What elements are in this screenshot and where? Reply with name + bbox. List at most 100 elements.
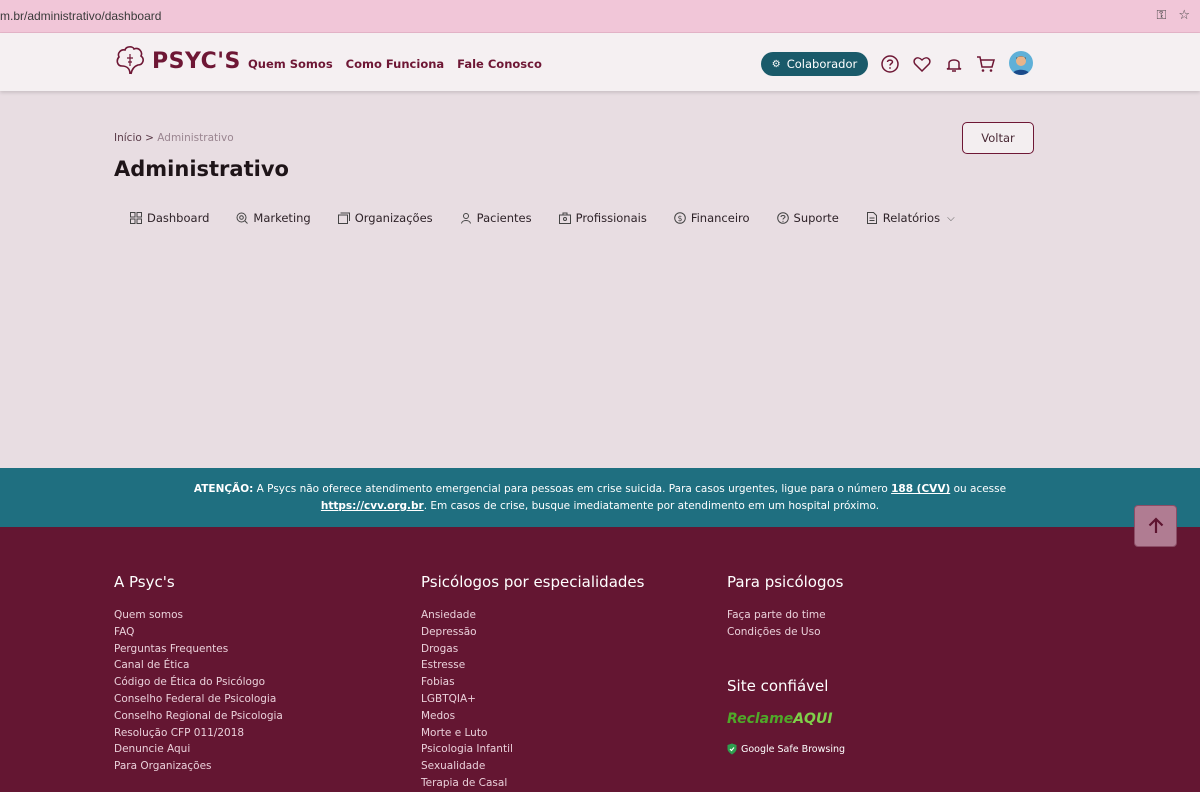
breadcrumb-current: Administrativo (157, 132, 234, 144)
breadcrumb-separator: > (141, 132, 158, 144)
reclame-text: Reclame (727, 711, 794, 727)
tab-pacientes[interactable]: Pacientes (460, 211, 532, 225)
page-title: Administrativo (114, 157, 289, 181)
cvv-site-link[interactable]: https://cvv.org.br (321, 500, 424, 512)
heart-icon[interactable] (911, 53, 933, 75)
trust-title: Site confiável (727, 676, 829, 695)
nav-fale-conosco[interactable]: Fale Conosco (457, 57, 542, 71)
tab-profissionais[interactable]: Profissionais (558, 211, 647, 225)
tab-label: Relatórios (882, 211, 941, 225)
footer-link[interactable]: Morte e Luto (421, 725, 644, 742)
footer-link[interactable]: LGBTQIA+ (421, 691, 644, 708)
footer-col-title: Psicólogos por especialidades (421, 573, 645, 591)
footer-col-title: Para psicólogos (727, 573, 844, 591)
crisis-warning-banner: ATENÇÃO: A Psycs não oferece atendimento… (0, 468, 1200, 527)
tab-label: Suporte (793, 211, 839, 225)
warning-label: ATENÇÃO: (193, 483, 254, 495)
footer-link[interactable]: Canal de Ética (114, 657, 283, 674)
bell-icon[interactable] (943, 53, 965, 75)
shield-icon (727, 743, 737, 755)
footer-link[interactable]: Perguntas Frequentes (114, 641, 283, 658)
support-icon (776, 212, 789, 224)
aqui-text: AQUI (793, 711, 833, 727)
footer-link[interactable]: Ansiedade (421, 607, 644, 624)
organizations-icon (337, 212, 350, 224)
tab-label: Organizações (354, 211, 433, 225)
browser-icons: ⚿ ☆ (1156, 8, 1190, 23)
breadcrumb: Início > Administrativo (114, 132, 234, 144)
footer-col-title: A Psyc's (114, 573, 175, 591)
professionals-icon (558, 212, 571, 224)
tab-label: Financeiro (690, 211, 750, 225)
footer-link[interactable]: Faça parte do time (727, 607, 843, 624)
warning-line-2: https://cvv.org.br. Em casos de crise, b… (0, 498, 1200, 515)
tab-dashboard[interactable]: Dashboard (130, 211, 209, 225)
patients-icon (460, 213, 471, 224)
footer-link[interactable]: Drogas (421, 641, 644, 658)
breadcrumb-home[interactable]: Início (114, 132, 142, 144)
footer-col-psycs: A Psyc's Quem somos FAQ Perguntas Freque… (114, 573, 283, 775)
gear-icon: ⚙ (771, 58, 781, 70)
warning-text-3: . Em casos de crise, busque imediatament… (423, 500, 880, 512)
tab-label: Profissionais (575, 211, 647, 225)
brain-logo-icon (116, 46, 144, 75)
footer-link[interactable]: Resolução CFP 011/2018 (114, 725, 283, 742)
reclame-aqui-logo[interactable]: ReclameAQUI (727, 711, 833, 727)
bookmark-star-icon[interactable]: ☆ (1178, 8, 1190, 23)
tab-label: Marketing (253, 211, 311, 225)
footer-link[interactable]: Código de Ética do Psicólogo (114, 674, 283, 691)
footer-col-specialties: Psicólogos por especialidades Ansiedade … (421, 573, 644, 792)
footer-link[interactable]: Medos (421, 708, 644, 725)
footer-link[interactable]: Conselho Federal de Psicologia (114, 691, 283, 708)
chevron-down-icon: ⌵ (947, 212, 955, 224)
tab-relatorios[interactable]: Relatórios ⌵ (866, 211, 955, 225)
scroll-to-top-button[interactable] (1134, 505, 1177, 547)
tab-organizacoes[interactable]: Organizações (337, 211, 433, 225)
footer-link[interactable]: Sexualidade (421, 758, 644, 775)
brand-name: PSYC'S (152, 48, 241, 74)
tab-label: Dashboard (147, 211, 210, 225)
nav-quem-somos[interactable]: Quem Somos (248, 57, 333, 71)
voltar-button[interactable]: Voltar (962, 122, 1034, 154)
arrow-up-icon (1148, 517, 1163, 533)
url-bar[interactable]: m.br/administrativo/dashboard (0, 9, 161, 23)
tab-marketing[interactable]: Marketing (236, 211, 311, 225)
tab-financeiro[interactable]: $ Financeiro (674, 211, 750, 225)
footer-link[interactable]: Para Organizações (114, 758, 283, 775)
admin-tabs: Dashboard Marketing Organizações Pacient… (130, 211, 982, 225)
tab-suporte[interactable]: Suporte (776, 211, 839, 225)
password-key-icon[interactable]: ⚿ (1156, 8, 1166, 23)
footer-link[interactable]: Psicologia Infantil (421, 741, 644, 758)
dashboard-icon (130, 212, 142, 224)
gsb-label: Google Safe Browsing (741, 743, 846, 755)
help-icon[interactable] (879, 53, 901, 75)
footer-link[interactable]: Condições de Uso (727, 624, 843, 641)
cvv-phone-link[interactable]: 188 (CVV) (891, 483, 950, 495)
footer-link[interactable]: Estresse (421, 657, 644, 674)
site-footer: A Psyc's Quem somos FAQ Perguntas Freque… (0, 527, 1200, 792)
footer-link[interactable]: Quem somos (114, 607, 283, 624)
warning-text-2: ou acesse (950, 483, 1007, 495)
nav-como-funciona[interactable]: Como Funciona (346, 57, 445, 71)
colaborador-label: Colaborador (786, 57, 858, 71)
tab-label: Pacientes (476, 211, 532, 225)
finance-icon: $ (674, 212, 686, 224)
footer-link[interactable]: Denuncie Aqui (114, 741, 283, 758)
colaborador-button[interactable]: ⚙ Colaborador (761, 52, 868, 76)
logo[interactable]: PSYC'S (114, 44, 241, 78)
footer-link[interactable]: Fobias (421, 674, 644, 691)
svg-text:$: $ (677, 214, 682, 223)
footer-link[interactable]: Conselho Regional de Psicologia (114, 708, 283, 725)
footer-link[interactable]: FAQ (114, 624, 283, 641)
main-nav: Quem Somos Como Funciona Fale Conosco (248, 57, 542, 71)
footer-link[interactable]: Terapia de Casal (421, 775, 644, 792)
google-safe-browsing-badge[interactable]: Google Safe Browsing (727, 743, 845, 755)
reports-icon (866, 212, 877, 224)
marketing-icon (236, 212, 249, 224)
footer-col-psychologists: Para psicólogos Faça parte do time Condi… (727, 573, 843, 695)
warning-text-1: A Psycs não oferece atendimento emergenc… (253, 483, 892, 495)
cart-icon[interactable] (975, 53, 997, 75)
user-avatar[interactable] (1009, 51, 1033, 75)
warning-line-1: ATENÇÃO: A Psycs não oferece atendimento… (0, 481, 1200, 498)
footer-link[interactable]: Depressão (421, 624, 644, 641)
